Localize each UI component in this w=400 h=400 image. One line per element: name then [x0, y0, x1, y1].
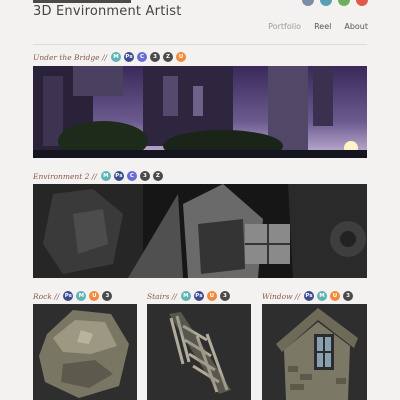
3dsmax-icon: 3 [219, 291, 230, 301]
social-icon-4[interactable] [356, 0, 368, 6]
site-title[interactable]: 3D Environment Artist [33, 4, 182, 19]
section-under-the-bridge-header: Under the Bridge // M Ps C 3 Z U [33, 52, 187, 62]
3dsmax-icon: 3 [150, 52, 161, 62]
photoshop-icon: Ps [113, 171, 124, 181]
header-bar [33, 0, 131, 3]
marmoset-icon: M [111, 52, 122, 62]
unreal-icon: U [176, 52, 187, 62]
unreal-icon: U [89, 291, 100, 301]
section-environment-2-header: Environment 2 // M Ps C 3 Z [33, 171, 163, 181]
marmoset-icon: M [100, 171, 111, 181]
marmoset-icon: M [316, 291, 327, 301]
marmoset-icon: M [180, 291, 191, 301]
crazybump-icon: C [126, 171, 137, 181]
3dsmax-icon: 3 [102, 291, 113, 301]
nav-reel[interactable]: Reel [314, 22, 331, 31]
photoshop-icon: Ps [193, 291, 204, 301]
window-image[interactable] [262, 304, 367, 400]
section-title: Stairs // [147, 291, 177, 301]
section-title: Rock // [33, 291, 60, 301]
nav-portfolio[interactable]: Portfolio [268, 22, 301, 31]
3dsmax-icon: 3 [342, 291, 353, 301]
photoshop-icon: Ps [303, 291, 314, 301]
rock-image[interactable] [33, 304, 137, 400]
environment-2-image[interactable] [33, 184, 367, 278]
under-the-bridge-image[interactable] [33, 66, 367, 158]
main-nav: Portfolio Reel About [268, 22, 368, 31]
unreal-icon: U [206, 291, 217, 301]
section-stairs-header: Stairs // M Ps U 3 [147, 291, 230, 301]
nav-about[interactable]: About [344, 22, 368, 31]
unreal-icon: U [329, 291, 340, 301]
social-links [302, 0, 368, 6]
photoshop-icon: Ps [124, 52, 135, 62]
social-icon-3[interactable] [338, 0, 350, 6]
header-divider [33, 44, 367, 45]
zbrush-icon: Z [152, 171, 163, 181]
section-title: Environment 2 // [33, 171, 97, 181]
zbrush-icon: Z [163, 52, 174, 62]
section-title: Window // [262, 291, 300, 301]
social-icon-2[interactable] [320, 0, 332, 6]
section-title: Under the Bridge // [33, 52, 108, 62]
section-window-header: Window // Ps M U 3 [262, 291, 353, 301]
marmoset-icon: M [76, 291, 87, 301]
photoshop-icon: Ps [63, 291, 74, 301]
3dsmax-icon: 3 [139, 171, 150, 181]
stairs-image[interactable] [147, 304, 251, 400]
social-icon-1[interactable] [302, 0, 314, 6]
crazybump-icon: C [137, 52, 148, 62]
section-rock-header: Rock // Ps M U 3 [33, 291, 113, 301]
